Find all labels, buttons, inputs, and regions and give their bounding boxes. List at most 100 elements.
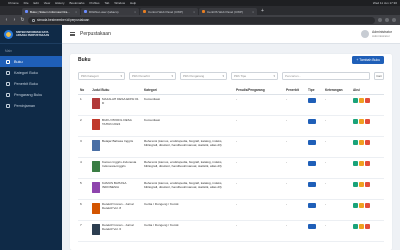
cell-no: 4 — [78, 157, 90, 179]
column-header-aksi: Aksi — [351, 86, 384, 95]
book-title: MAJALAH DESA EDISI 01 D — [102, 97, 139, 105]
sidebar-item-buku[interactable]: Buku — [0, 56, 62, 67]
close-tab-icon[interactable]: × — [134, 10, 136, 14]
chevron-down-icon: ▾ — [273, 74, 275, 78]
edit-button[interactable] — [359, 224, 364, 229]
edit-button[interactable] — [359, 182, 364, 187]
close-tab-icon[interactable]: × — [75, 10, 77, 14]
browser-toolbar: ‹ › ↻ simada.bestmember.id/perpustakaan — [0, 15, 400, 25]
view-button[interactable] — [353, 182, 358, 187]
user-icon — [6, 92, 10, 97]
close-tab-icon[interactable]: × — [252, 10, 254, 14]
browser-tab[interactable]: Control Web Panel (CWP) × — [140, 8, 198, 15]
book-cover-image[interactable] — [92, 182, 100, 193]
cell-penerbit: - — [284, 115, 306, 137]
sidebar-item-penerbit-buku[interactable]: Penerbit Buku — [0, 78, 62, 89]
browser-tab[interactable]: CentOS Web Panel (CWP) × — [199, 8, 257, 15]
type-badge — [308, 119, 316, 124]
extension-icon[interactable] — [378, 18, 382, 22]
view-button[interactable] — [353, 140, 358, 145]
menu-profiles[interactable]: Profiles — [90, 1, 100, 5]
menu-bookmarks[interactable]: Bookmarks — [69, 1, 84, 5]
favicon-icon — [202, 10, 205, 13]
delete-button[interactable] — [365, 98, 370, 103]
type-badge — [308, 203, 316, 208]
book-cover-image[interactable] — [92, 161, 100, 172]
delete-button[interactable] — [365, 119, 370, 124]
kebab-menu-icon[interactable] — [392, 18, 396, 22]
type-filter[interactable]: Pilih Tipe ▾ — [231, 72, 278, 80]
book-title: KAMUS BAHASA INDONESIA — [102, 181, 127, 189]
view-button[interactable] — [353, 98, 358, 103]
column-header-penulis[interactable]: Penulis/Pengarang — [234, 86, 284, 95]
books-table: No Judul Buku Kategori Penulis/Pengarang… — [78, 86, 384, 242]
menu-help[interactable]: Help — [130, 1, 136, 5]
view-button[interactable] — [353, 203, 358, 208]
back-icon[interactable]: ‹ — [4, 17, 9, 23]
search-input[interactable]: Pencarian... — [282, 72, 370, 80]
hamburger-menu-icon[interactable] — [70, 32, 75, 36]
menu-window[interactable]: Window — [114, 1, 125, 5]
menu-file[interactable]: File — [24, 1, 29, 5]
menu-edit[interactable]: Edit — [34, 1, 39, 5]
edit-button[interactable] — [359, 203, 364, 208]
delete-button[interactable] — [365, 140, 370, 145]
view-button[interactable] — [353, 119, 358, 124]
delete-button[interactable] — [365, 182, 370, 187]
category-filter[interactable]: Pilih Kategori ▾ — [78, 72, 125, 80]
edit-button[interactable] — [359, 140, 364, 145]
edit-button[interactable] — [359, 98, 364, 103]
sidebar-item-peminjaman[interactable]: Peminjaman — [0, 100, 62, 111]
chevron-down-icon: ▾ — [171, 74, 173, 78]
table-row: 7 Detektif Conan - Jurnal Detektif Vol. 6… — [78, 220, 384, 242]
book-cover-image[interactable] — [92, 203, 100, 214]
favicon-icon — [143, 10, 146, 13]
close-tab-icon[interactable]: × — [193, 10, 195, 14]
book-cover-image[interactable] — [92, 140, 100, 151]
column-header-kategori[interactable]: Kategori — [142, 86, 234, 95]
column-header-tipe[interactable]: Tipe — [306, 86, 323, 95]
menu-view[interactable]: View — [44, 1, 50, 5]
publisher-filter[interactable]: Pilih Penerbit ▾ — [129, 72, 176, 80]
table-header-row: No Judul Buku Kategori Penulis/Pengarang… — [78, 86, 384, 95]
delete-button[interactable] — [365, 203, 370, 208]
table-row: 2 BUKU PROFIL DESA TAHUN 2024 Komunikasi - -… — [78, 115, 384, 137]
browser-tab[interactable]: DIGINet-user (tabaco) × — [81, 8, 139, 15]
user-menu[interactable]: Administrator Administrator — [361, 30, 392, 38]
delete-button[interactable] — [365, 224, 370, 229]
book-cover-image[interactable] — [92, 119, 100, 130]
profile-icon[interactable] — [385, 18, 389, 22]
delete-button[interactable] — [365, 161, 370, 166]
column-header-judul[interactable]: Judul Buku — [90, 86, 142, 95]
cell-judul: Detektif Conan - Jurnal Detektif Vol. 8 — [90, 199, 142, 221]
menu-chrome[interactable]: Chrome — [8, 1, 19, 5]
book-title: Kamus Inggris-Indonesia Indonesia-Inggri… — [102, 160, 137, 168]
sidebar-item-kategori-buku[interactable]: Kategori Buku — [0, 67, 62, 78]
book-cover-image[interactable] — [92, 98, 100, 109]
clipboard-icon — [6, 103, 10, 108]
cell-keterangan: - — [323, 199, 351, 221]
edit-button[interactable] — [359, 161, 364, 166]
cell-judul: BUKU PROFIL DESA TAHUN 2024 — [90, 115, 142, 137]
add-book-button[interactable]: + Tambah Buku — [352, 56, 384, 64]
cell-penerbit: - — [284, 157, 306, 179]
browser-tab[interactable]: Buku | Sistem Informasi Dra... × — [22, 8, 80, 15]
menu-tab[interactable]: Tab — [105, 1, 110, 5]
cell-aksi — [351, 136, 384, 158]
column-header-keterangan[interactable]: Keterangan — [323, 86, 351, 95]
view-button[interactable] — [353, 161, 358, 166]
reload-icon[interactable]: ↻ — [20, 17, 25, 23]
favicon-icon — [25, 10, 28, 13]
author-filter[interactable]: Pilih Pengarang ▾ — [180, 72, 227, 80]
search-button[interactable]: Cari — [374, 72, 384, 80]
forward-icon[interactable]: › — [12, 17, 17, 23]
edit-button[interactable] — [359, 119, 364, 124]
address-bar[interactable]: simada.bestmember.id/perpustakaan — [28, 16, 375, 24]
sidebar-item-pengarang-buku[interactable]: Pengarang Buku — [0, 89, 62, 100]
book-cover-image[interactable] — [92, 224, 100, 235]
view-button[interactable] — [353, 224, 358, 229]
menu-history[interactable]: History — [55, 1, 64, 5]
column-header-penerbit[interactable]: Penerbit — [284, 86, 306, 95]
column-header-no[interactable]: No — [78, 86, 90, 95]
new-tab-icon[interactable]: + — [258, 8, 267, 14]
